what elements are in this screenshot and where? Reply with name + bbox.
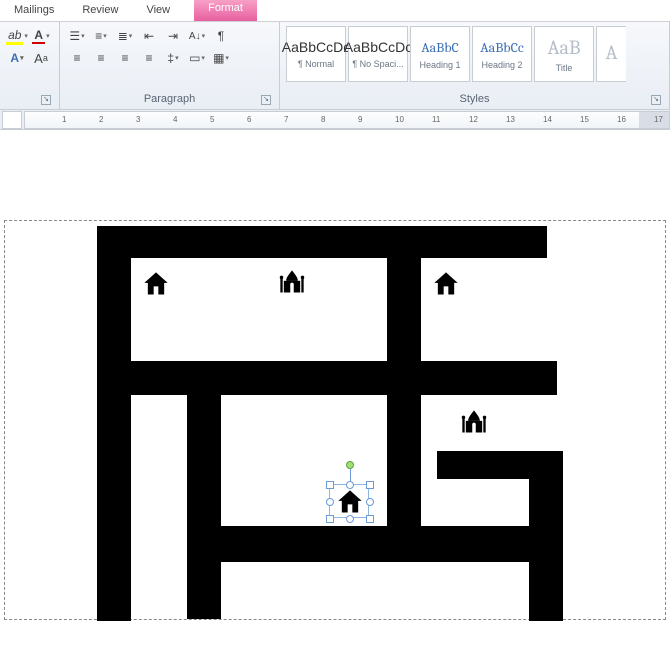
ruler-tick: 2 xyxy=(99,115,103,124)
map-drawing xyxy=(97,226,567,626)
rotation-handle[interactable] xyxy=(346,461,354,469)
style-title[interactable]: AaBTitle xyxy=(534,26,594,82)
line-spacing-button[interactable]: ‡ xyxy=(162,48,184,68)
ruler-tick: 3 xyxy=(136,115,140,124)
map-road[interactable] xyxy=(187,394,221,619)
resize-handle[interactable] xyxy=(366,515,374,523)
ruler-tick: 6 xyxy=(247,115,251,124)
mosque-icon[interactable] xyxy=(459,408,489,436)
tab-format[interactable]: Format xyxy=(194,0,257,21)
multilevel-list-button[interactable]: ≣ xyxy=(114,26,136,46)
ruler-tick: 7 xyxy=(284,115,288,124)
ruler-area: 1234567891011121314151617 xyxy=(0,110,670,130)
highlight-color-button[interactable]: ab xyxy=(6,26,28,46)
home-icon[interactable] xyxy=(141,270,171,298)
ruler-tick: 14 xyxy=(543,115,552,124)
resize-handle[interactable] xyxy=(326,498,334,506)
map-road[interactable] xyxy=(97,226,131,621)
mosque-icon[interactable] xyxy=(277,268,307,296)
page-canvas[interactable] xyxy=(4,220,666,620)
style-no-spacing[interactable]: AaBbCcDc¶ No Spaci... xyxy=(348,26,408,82)
styles-gallery[interactable]: AaBbCcDc¶ Normal AaBbCcDc¶ No Spaci... A… xyxy=(286,26,626,82)
align-left-button[interactable]: ≡ xyxy=(66,48,88,68)
ruler-tick: 8 xyxy=(321,115,325,124)
justify-button[interactable]: ≡ xyxy=(138,48,160,68)
tab-view[interactable]: View xyxy=(132,0,184,21)
document-workspace xyxy=(0,130,670,620)
styles-dialog-launcher[interactable]: ↘ xyxy=(651,95,661,105)
tab-mailings[interactable]: Mailings xyxy=(0,0,68,21)
font-color-button[interactable]: A xyxy=(30,26,52,46)
map-road[interactable] xyxy=(387,226,421,546)
font-dialog-launcher[interactable]: ↘ xyxy=(41,95,51,105)
show-marks-button[interactable]: ¶ xyxy=(210,26,232,46)
ruler-tick: 17 xyxy=(654,115,663,124)
style-normal[interactable]: AaBbCcDc¶ Normal xyxy=(286,26,346,82)
group-font-label: ↘ xyxy=(6,93,53,107)
ruler-tick: 4 xyxy=(173,115,177,124)
group-font-partial: ab A A Aa ↘ xyxy=(0,22,60,109)
ruler-tick: 10 xyxy=(395,115,404,124)
horizontal-ruler[interactable]: 1234567891011121314151617 xyxy=(24,111,670,129)
ribbon: ab A A Aa ↘ ☰ ≡ ≣ ⇤ ⇥ A↓ ¶ ≡ ≡ xyxy=(0,22,670,110)
tab-review[interactable]: Review xyxy=(68,0,132,21)
selection-frame[interactable] xyxy=(329,484,369,518)
rotation-connector xyxy=(350,469,351,481)
style-heading1[interactable]: AaBbCHeading 1 xyxy=(410,26,470,82)
group-paragraph: ☰ ≡ ≣ ⇤ ⇥ A↓ ¶ ≡ ≡ ≡ ≡ ‡ ▭ ▦ Paragraph↘ xyxy=(60,22,280,109)
home-icon[interactable] xyxy=(431,270,461,298)
clear-formatting-button[interactable]: Aa xyxy=(30,48,52,68)
increase-indent-button[interactable]: ⇥ xyxy=(162,26,184,46)
map-road[interactable] xyxy=(529,451,563,621)
ribbon-tabs: Mailings Review View Format xyxy=(0,0,670,22)
borders-button[interactable]: ▦ xyxy=(210,48,232,68)
style-heading2[interactable]: AaBbCcHeading 2 xyxy=(472,26,532,82)
group-styles-label: Styles↘ xyxy=(286,93,663,107)
group-styles: AaBbCcDc¶ Normal AaBbCcDc¶ No Spaci... A… xyxy=(280,22,670,109)
resize-handle[interactable] xyxy=(366,498,374,506)
resize-handle[interactable] xyxy=(346,515,354,523)
sort-button[interactable]: A↓ xyxy=(186,26,208,46)
resize-handle[interactable] xyxy=(326,515,334,523)
tab-selector[interactable] xyxy=(2,111,22,129)
map-road[interactable] xyxy=(187,526,563,562)
align-right-button[interactable]: ≡ xyxy=(114,48,136,68)
ruler-tick: 5 xyxy=(210,115,214,124)
resize-handle[interactable] xyxy=(326,481,334,489)
shading-button[interactable]: ▭ xyxy=(186,48,208,68)
map-road[interactable] xyxy=(97,361,557,395)
ruler-tick: 15 xyxy=(580,115,589,124)
ruler-tick: 1 xyxy=(62,115,66,124)
ruler-tick: 16 xyxy=(617,115,626,124)
ruler-tick: 13 xyxy=(506,115,515,124)
group-paragraph-label: Paragraph↘ xyxy=(66,93,273,107)
style-more[interactable]: A xyxy=(596,26,626,82)
map-road[interactable] xyxy=(97,226,547,258)
resize-handle[interactable] xyxy=(346,481,354,489)
ruler-tick: 9 xyxy=(358,115,362,124)
bullets-button[interactable]: ☰ xyxy=(66,26,88,46)
paragraph-dialog-launcher[interactable]: ↘ xyxy=(261,95,271,105)
text-effects-button[interactable]: A xyxy=(6,48,28,68)
align-center-button[interactable]: ≡ xyxy=(90,48,112,68)
numbering-button[interactable]: ≡ xyxy=(90,26,112,46)
resize-handle[interactable] xyxy=(366,481,374,489)
ruler-tick: 11 xyxy=(432,115,440,124)
ruler-tick: 12 xyxy=(469,115,478,124)
decrease-indent-button[interactable]: ⇤ xyxy=(138,26,160,46)
